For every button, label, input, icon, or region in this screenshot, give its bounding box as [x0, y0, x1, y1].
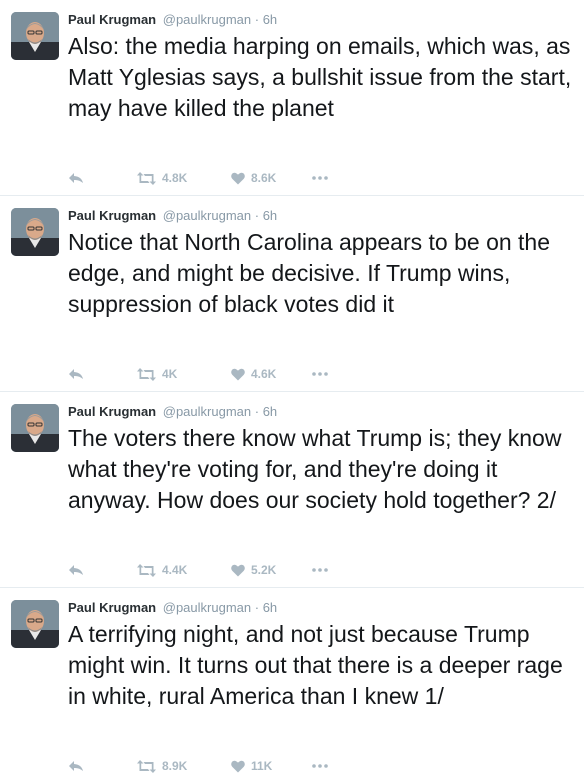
tweet[interactable]: Paul Krugman @paulkrugman · 6h Also: the… [0, 0, 584, 196]
like-button[interactable]: 11K [231, 756, 272, 773]
reply-icon [69, 761, 83, 771]
tweet-feed: Paul Krugman @paulkrugman · 6h Also: the… [0, 0, 584, 773]
more-icon [312, 176, 328, 180]
retweet-icon [137, 367, 156, 381]
tweet[interactable]: Paul Krugman @paulkrugman · 6h A terrify… [0, 588, 584, 773]
avatar[interactable] [11, 600, 59, 648]
author-handle[interactable]: @paulkrugman [163, 12, 251, 27]
like-count: 8.6K [251, 171, 277, 185]
like-icon [231, 172, 245, 184]
retweet-button[interactable]: 8.9K [137, 756, 187, 773]
action-bar: 4.8K 8.6K [68, 168, 368, 188]
author-handle[interactable]: @paulkrugman [163, 600, 251, 615]
retweet-button[interactable]: 4.4K [137, 560, 187, 580]
action-bar: 4.4K 5.2K [68, 560, 368, 580]
reply-icon [69, 173, 83, 183]
more-icon [312, 764, 328, 768]
more-button[interactable] [312, 756, 328, 773]
reply-icon [69, 565, 83, 575]
author-handle[interactable]: @paulkrugman [163, 208, 251, 223]
tweet-header: Paul Krugman @paulkrugman · 6h [68, 600, 277, 616]
like-icon [231, 368, 245, 380]
timestamp[interactable]: 6h [263, 404, 277, 419]
author-handle[interactable]: @paulkrugman [163, 404, 251, 419]
like-button[interactable]: 5.2K [231, 560, 276, 580]
more-icon [312, 372, 328, 376]
like-button[interactable]: 8.6K [231, 168, 276, 188]
timestamp[interactable]: 6h [263, 12, 277, 27]
author-name[interactable]: Paul Krugman [68, 208, 156, 223]
reply-button[interactable] [68, 756, 84, 773]
author-name[interactable]: Paul Krugman [68, 404, 156, 419]
author-name[interactable]: Paul Krugman [68, 600, 156, 615]
reply-button[interactable] [68, 168, 84, 188]
tweet-header: Paul Krugman @paulkrugman · 6h [68, 208, 277, 224]
more-button[interactable] [312, 168, 328, 188]
tweet[interactable]: Paul Krugman @paulkrugman · 6h Notice th… [0, 196, 584, 392]
like-count: 5.2K [251, 563, 277, 577]
tweet-text: Also: the media harping on emails, which… [68, 33, 572, 121]
like-button[interactable]: 4.6K [231, 364, 276, 384]
retweet-button[interactable]: 4K [137, 364, 177, 384]
separator: · [254, 600, 260, 615]
tweet-text: A terrifying night, and not just because… [68, 621, 563, 709]
timestamp[interactable]: 6h [263, 208, 277, 223]
action-bar: 8.9K 11K [68, 756, 368, 773]
like-count: 11K [251, 759, 273, 773]
avatar[interactable] [11, 208, 59, 256]
timestamp[interactable]: 6h [263, 600, 277, 615]
tweet[interactable]: Paul Krugman @paulkrugman · 6h The voter… [0, 392, 584, 588]
more-icon [312, 568, 328, 572]
tweet-header: Paul Krugman @paulkrugman · 6h [68, 12, 277, 28]
retweet-icon [137, 171, 156, 185]
retweet-button[interactable]: 4.8K [137, 168, 187, 188]
tweet-text: Notice that North Carolina appears to be… [68, 229, 551, 317]
like-count: 4.6K [251, 367, 277, 381]
tweet-text: The voters there know what Trump is; the… [68, 425, 562, 513]
retweet-icon [137, 563, 156, 577]
retweet-icon [137, 759, 156, 773]
retweet-count: 4.8K [162, 171, 188, 185]
author-name[interactable]: Paul Krugman [68, 12, 156, 27]
retweet-count: 4K [162, 367, 178, 381]
tweet-header: Paul Krugman @paulkrugman · 6h [68, 404, 277, 420]
like-icon [231, 760, 245, 772]
retweet-count: 4.4K [162, 563, 188, 577]
avatar[interactable] [11, 12, 59, 60]
like-icon [231, 564, 245, 576]
separator: · [254, 404, 260, 419]
more-button[interactable] [312, 560, 328, 580]
reply-button[interactable] [68, 560, 84, 580]
more-button[interactable] [312, 364, 328, 384]
retweet-count: 8.9K [162, 759, 188, 773]
separator: · [254, 208, 260, 223]
separator: · [254, 12, 260, 27]
reply-icon [69, 369, 83, 379]
reply-button[interactable] [68, 364, 84, 384]
action-bar: 4K 4.6K [68, 364, 368, 384]
avatar[interactable] [11, 404, 59, 452]
